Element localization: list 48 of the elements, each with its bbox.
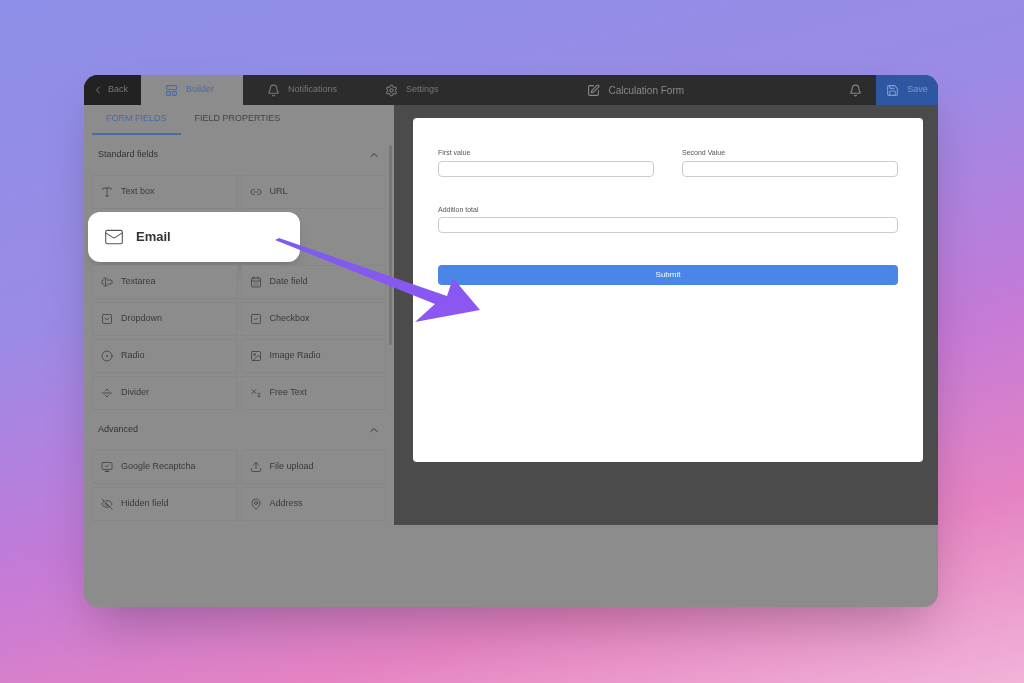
save-button[interactable]: Save <box>876 75 938 105</box>
settings-icon <box>385 83 399 97</box>
text-cursor-icon <box>101 276 113 288</box>
radio-icon <box>101 350 113 362</box>
field-item[interactable]: Dropdown <box>92 302 238 336</box>
subscript-icon <box>249 387 262 399</box>
text-type-icon <box>101 186 113 198</box>
calendar-icon <box>249 276 262 288</box>
field-item[interactable]: Text box <box>92 175 238 209</box>
field-item[interactable]: Free Text <box>240 376 386 410</box>
section-header[interactable]: Standard fields <box>92 135 386 175</box>
upload-icon <box>249 461 262 473</box>
field-item[interactable]: Divider <box>92 376 238 410</box>
section-header[interactable]: Advanced <box>92 410 386 450</box>
field-item[interactable]: File upload <box>240 450 386 484</box>
field-item[interactable]: Email <box>88 212 300 262</box>
field-item[interactable]: Address <box>240 487 386 521</box>
link-icon <box>249 186 262 198</box>
envelope-icon <box>104 227 124 247</box>
top-tab[interactable]: Settings <box>361 75 463 105</box>
input-field[interactable] <box>682 160 898 177</box>
monitor-check-icon <box>101 461 113 473</box>
back-button[interactable]: Back <box>84 75 141 105</box>
eye-off-icon <box>101 498 113 510</box>
divider-icon <box>101 387 113 399</box>
form-title: Calculation Form <box>608 83 685 98</box>
map-pin-icon <box>249 498 262 510</box>
top-tab[interactable]: Notifications <box>243 75 362 105</box>
field-item[interactable]: Date field <box>240 265 386 299</box>
field-item[interactable]: Hidden field <box>92 487 238 521</box>
layout-icon <box>165 83 178 97</box>
submit-button[interactable]: Submit <box>438 265 898 285</box>
bell-icon[interactable] <box>849 83 862 97</box>
image-icon <box>249 350 262 362</box>
checkbox-icon <box>249 313 262 325</box>
bell-icon <box>267 83 280 97</box>
input-field[interactable] <box>438 217 898 233</box>
field-item[interactable]: URL <box>240 175 386 209</box>
dropdown-icon <box>101 313 113 325</box>
panel-tab[interactable]: FIELD PROPERTIES <box>180 105 295 135</box>
save-icon <box>886 83 900 97</box>
field-item[interactable]: Radio <box>92 339 238 373</box>
edit-icon <box>587 83 601 97</box>
field-item[interactable]: Checkbox <box>240 302 386 336</box>
field-item[interactable]: Google Recaptcha <box>92 450 238 484</box>
input-field[interactable] <box>438 160 654 177</box>
field-item[interactable]: Image Radio <box>240 339 386 373</box>
field-item[interactable]: Textarea <box>92 265 238 299</box>
